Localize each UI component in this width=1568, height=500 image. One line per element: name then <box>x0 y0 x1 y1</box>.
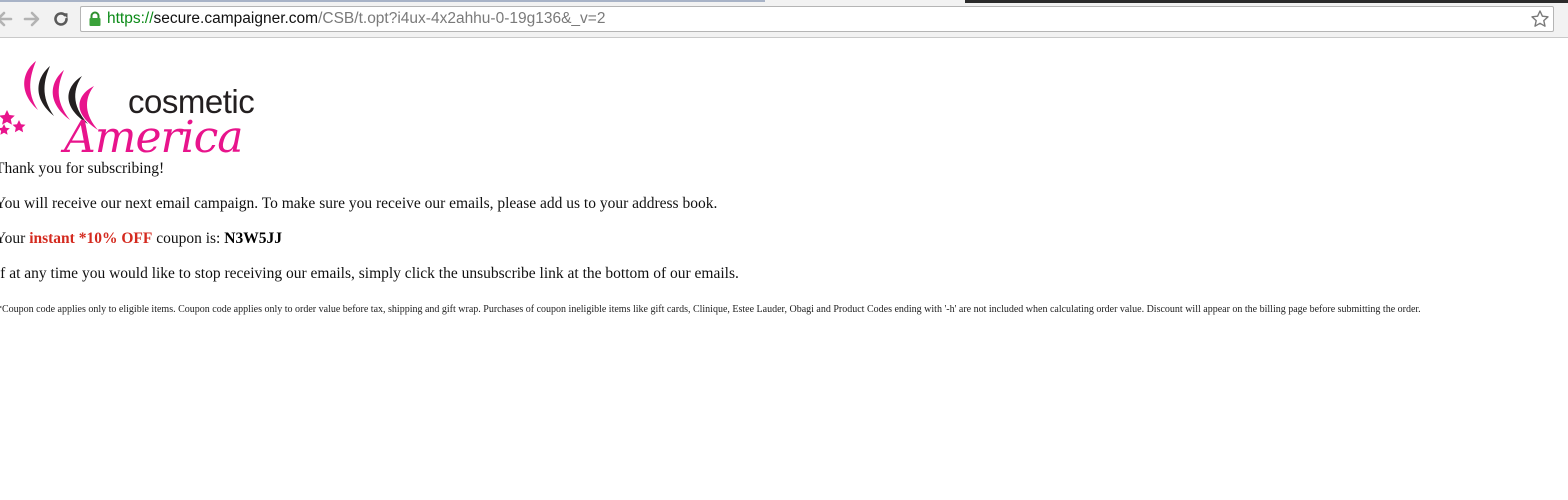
url-text[interactable]: https://secure.campaigner.com/CSB/t.opt?… <box>107 10 605 28</box>
browser-toolbar: https://secure.campaigner.com/CSB/t.opt?… <box>0 0 1568 38</box>
tab-inactive[interactable] <box>965 0 1568 3</box>
coupon-code: N3W5JJ <box>224 230 282 247</box>
forward-arrow-icon <box>23 10 41 28</box>
coupon-prefix: Your <box>0 230 26 247</box>
url-path: /CSB/t.opt?i4ux-4x2ahhu-0-19g136&_v=2 <box>318 10 606 27</box>
coupon-line: Your instant *10% OFF coupon is: N3W5JJ <box>0 230 282 248</box>
logo-word-america: America <box>64 112 244 163</box>
receive-message: You will receive our next email campaign… <box>0 195 718 212</box>
coupon-middle: coupon is: <box>156 230 221 247</box>
page-content: cosmetic America Thank you for subscribi… <box>0 38 1568 500</box>
url-host: secure.campaigner.com <box>153 10 319 27</box>
star-icon[interactable] <box>1530 9 1550 34</box>
address-bar[interactable]: https://secure.campaigner.com/CSB/t.opt?… <box>80 6 1554 32</box>
fine-print: *Coupon code applies only to eligible it… <box>0 304 1421 315</box>
thank-you-message: Thank you for subscribing! <box>0 160 165 177</box>
coupon-promo: instant *10% OFF <box>29 230 153 247</box>
tab-active[interactable] <box>0 0 765 2</box>
reload-icon <box>52 10 70 28</box>
unsubscribe-message: If at any time you would like to stop re… <box>0 265 739 282</box>
reload-button[interactable] <box>51 9 71 29</box>
tab-strip <box>0 0 1568 3</box>
cosmetic-america-logo: cosmetic America <box>0 58 284 162</box>
forward-button[interactable] <box>22 9 42 29</box>
lock-icon <box>88 11 102 32</box>
back-button[interactable] <box>0 9 14 29</box>
back-arrow-icon <box>0 10 13 28</box>
url-scheme: https:// <box>107 10 154 27</box>
